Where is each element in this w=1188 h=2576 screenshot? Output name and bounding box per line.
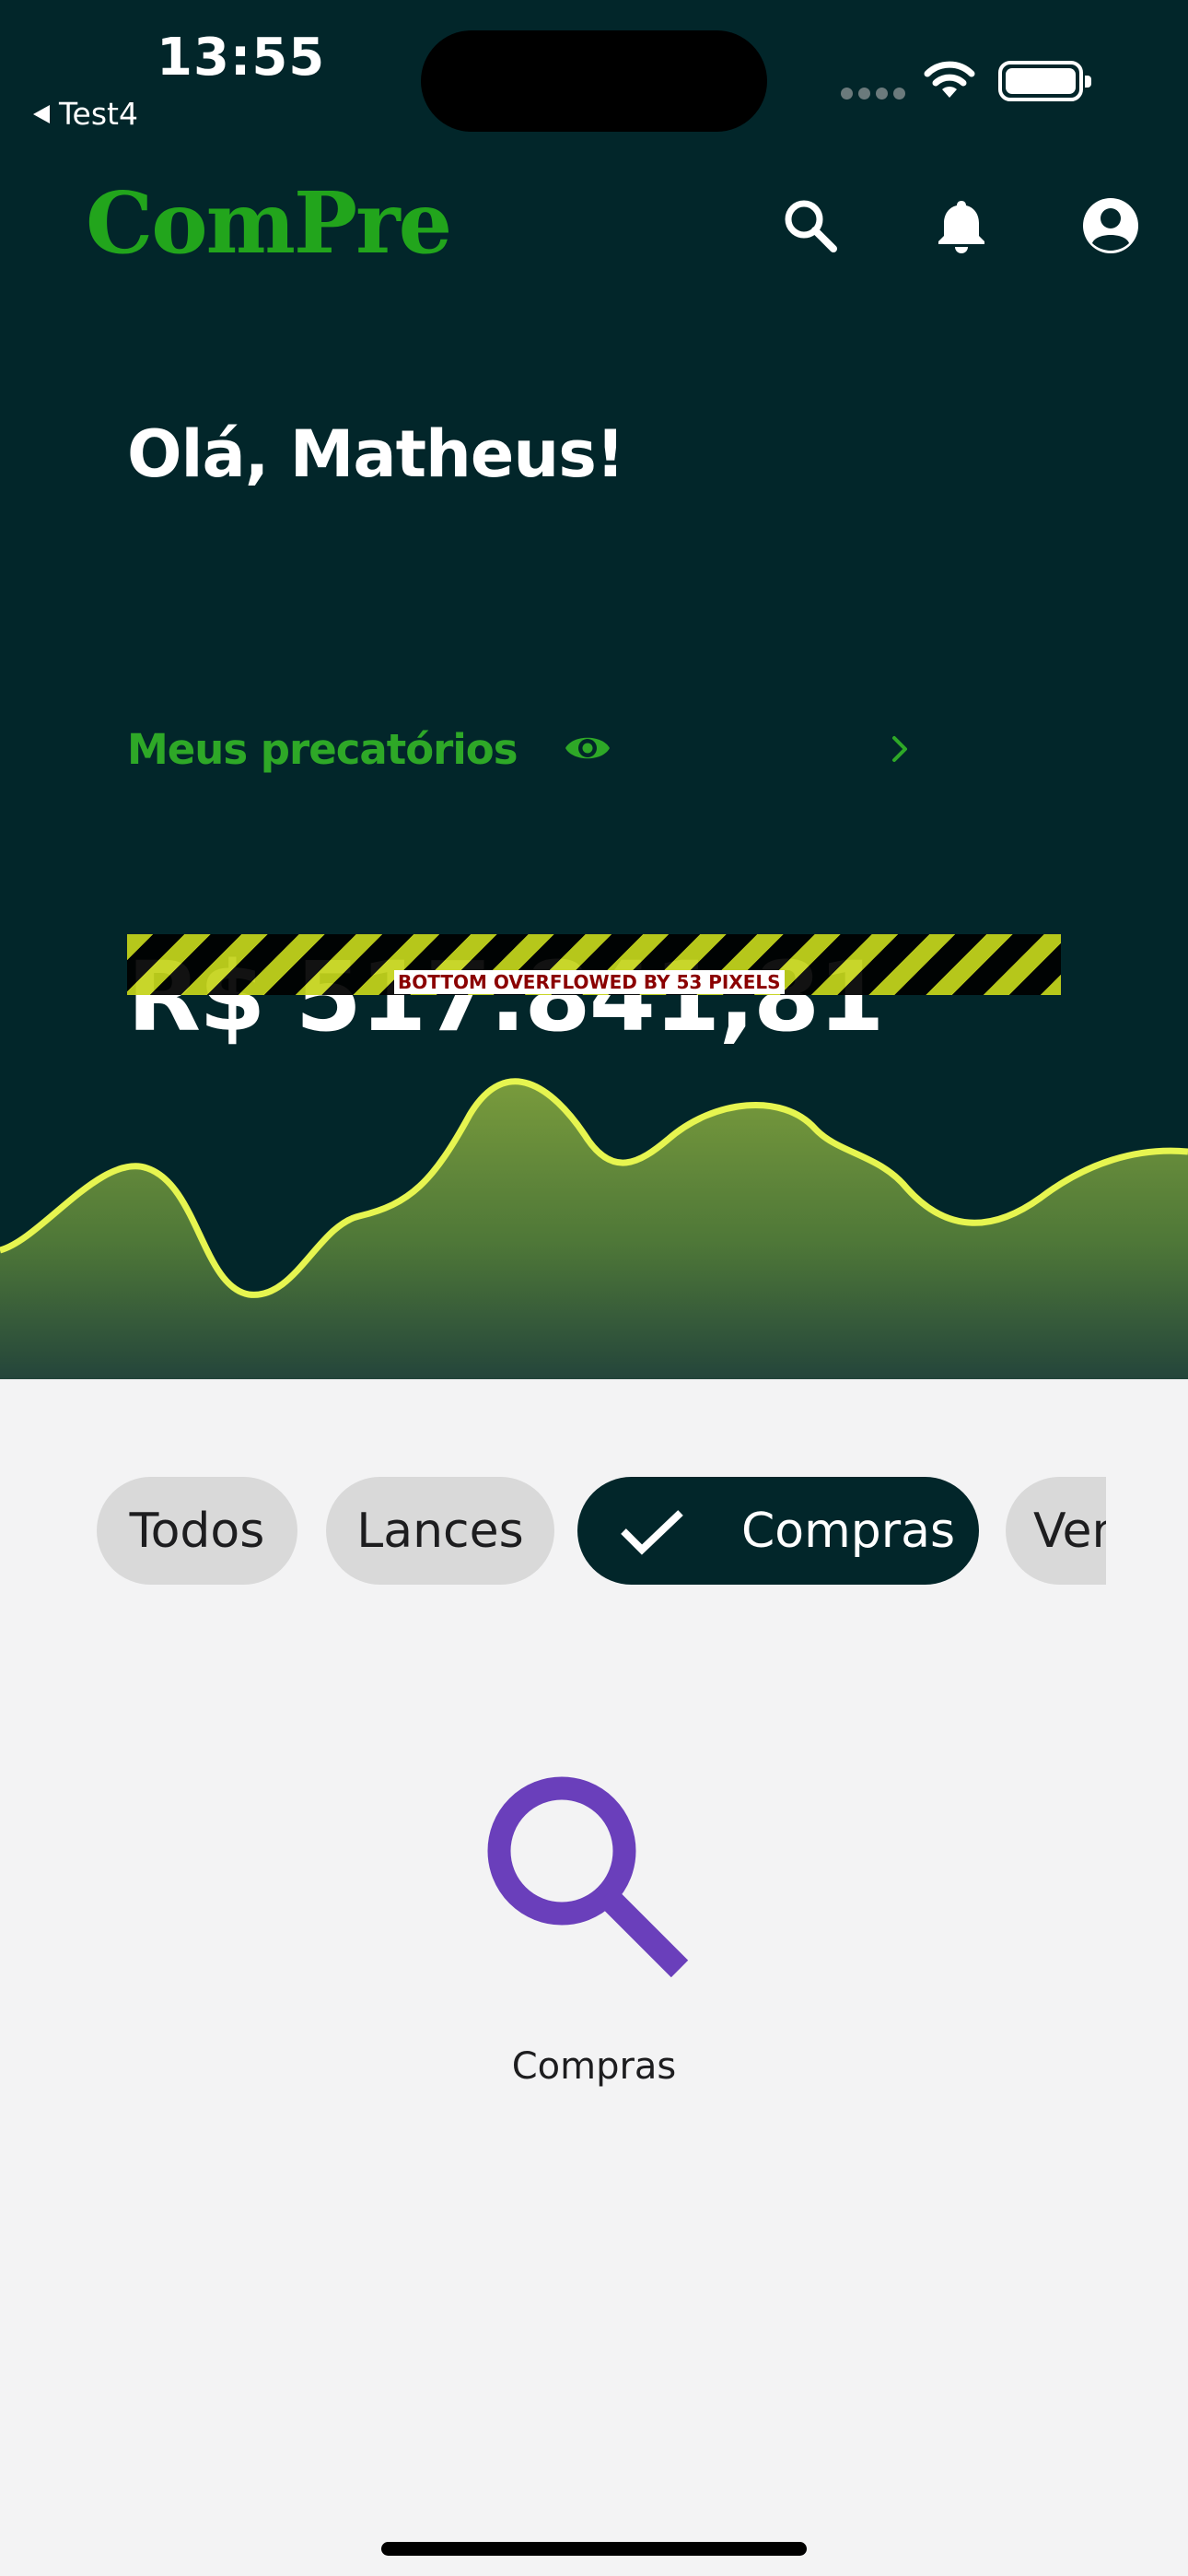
back-app-label: Test4 [59, 96, 138, 132]
precatorios-label: Meus precatórios [127, 724, 518, 774]
chip-compras[interactable]: Compras [577, 1477, 979, 1585]
wifi-icon [924, 61, 975, 98]
chip-label: Lances [356, 1503, 524, 1559]
home-indicator[interactable] [381, 2542, 807, 2556]
chip-label: Vendas [1033, 1503, 1106, 1559]
chip-label: Todos [129, 1503, 265, 1559]
search-icon[interactable] [780, 195, 841, 256]
dynamic-island [421, 30, 767, 132]
chip-vendas[interactable]: Vendas [1006, 1477, 1106, 1585]
empty-state-label: Compras [511, 2045, 677, 2088]
chip-lances[interactable]: Lances [326, 1477, 554, 1585]
magnifier-icon [487, 1776, 689, 1978]
check-icon [621, 1509, 683, 1555]
profile-icon[interactable] [1080, 195, 1141, 256]
bell-icon[interactable] [931, 195, 992, 256]
chip-label: Compras [741, 1503, 956, 1559]
overflow-warning-label: BOTTOM OVERFLOWED BY 53 PIXELS [394, 970, 785, 994]
precatorios-row[interactable]: Meus precatórios [127, 717, 919, 781]
status-time: 13:55 [157, 28, 326, 88]
back-arrow-icon [33, 104, 50, 123]
filter-chips: Todos Lances Compras Vendas [97, 1477, 1106, 1585]
chip-todos[interactable]: Todos [97, 1477, 297, 1585]
eye-icon[interactable] [564, 730, 611, 767]
brand-logo: ComPre [86, 173, 452, 273]
hero-panel: 13:55 Test4 ComPre Olá, Matheus! Meus pr… [0, 0, 1188, 1379]
back-to-app-link[interactable]: Test4 [33, 96, 138, 132]
area-wave-chart [0, 1078, 1188, 1379]
cellular-signal-icon [841, 88, 905, 100]
battery-icon [998, 61, 1091, 101]
status-bar: 13:55 Test4 [0, 0, 1188, 147]
greeting-heading: Olá, Matheus! [127, 416, 625, 492]
chevron-right-icon[interactable] [888, 733, 912, 765]
